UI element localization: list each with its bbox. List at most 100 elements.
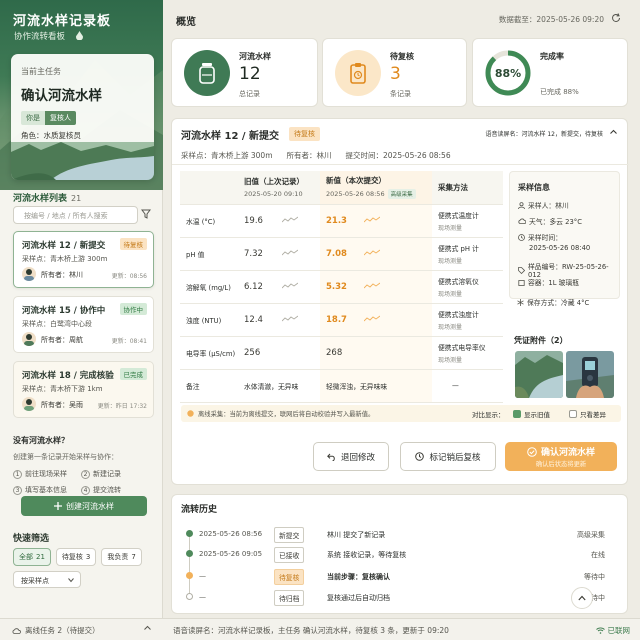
new-value-cell: 268	[320, 336, 432, 370]
empty-state: 没有河流水样？ 创建第一条记录开始采样与协作： 1 前往现场采样 2 新建记录 3填…	[13, 435, 155, 495]
param-name: 电导率 (μS/cm)	[180, 336, 238, 370]
river-scene-image	[11, 142, 154, 180]
record-list-count: 21	[71, 194, 82, 203]
record-updated: 更新：昨日 17:32	[97, 403, 147, 410]
quick-filter-title: 快速筛选	[13, 534, 50, 544]
role-chip-reviewer: 复核人	[45, 111, 76, 125]
info-row: 保存方式：冷藏 4°C	[517, 297, 589, 307]
filter-icon[interactable]	[141, 209, 151, 219]
clock-icon	[518, 233, 525, 241]
record-list-title: 河流水样列表	[13, 194, 68, 204]
current-task-role: 角色：水质复核员	[21, 131, 81, 140]
attachment-photo-meter[interactable]	[566, 351, 614, 398]
show-old-checkbox[interactable]: 显示旧值	[513, 409, 550, 419]
history-row: 2025-05-26 09:05 已接收 系统 接收记录，等待复核 在线	[172, 546, 629, 563]
mark-later-review-button[interactable]: 标记销后复核	[400, 442, 496, 471]
refresh-icon[interactable]	[611, 13, 621, 23]
param-name: pH 值	[180, 237, 238, 271]
method-note: —	[432, 369, 503, 403]
site-select-value: 按采样点	[21, 577, 49, 585]
detail-submit-time: 提交时间：2025-05-26 08:56	[345, 151, 451, 160]
history-row: 2025-05-26 08:56 新提交 林川 提交了新记录 高级采集	[172, 526, 629, 543]
attachment-photo-river[interactable]	[515, 351, 563, 398]
chevron-down-icon	[68, 577, 74, 583]
undo-icon	[327, 453, 336, 461]
status-badge: 协作中	[119, 303, 147, 315]
filter-pill-pending[interactable]: 待复核 3	[55, 548, 97, 566]
sparkline-icon	[282, 249, 298, 256]
chevron-up-icon[interactable]	[144, 625, 151, 631]
current-task-title: 确认河流水样	[21, 88, 102, 104]
detail-owner: 所有者：林川	[286, 151, 332, 160]
site-select[interactable]: 按采样点	[13, 571, 81, 588]
filter-pill-mine[interactable]: 我负责 7	[101, 548, 142, 566]
return-edit-button[interactable]: 退回修改	[313, 442, 389, 471]
sparkline-icon	[364, 282, 380, 289]
filter-pill-all[interactable]: 全部 21	[13, 548, 51, 566]
divider	[172, 164, 629, 165]
chevron-up-icon[interactable]	[610, 129, 617, 135]
record-card[interactable]: 河流水样 12 / 新提交 待复核 采样点：青木桥上游 300m 所有者：林川 …	[13, 231, 154, 288]
status-badge: 待复核	[289, 127, 320, 141]
record-detail-panel: 河流水样 12 / 新提交 待复核 语音读屏名：河流水样 12，新提交，待复核 …	[171, 118, 629, 485]
snow-icon	[517, 298, 524, 306]
stat-value: 12	[239, 64, 261, 84]
advanced-chip: 高级采集	[387, 189, 416, 200]
method-cell: 便携式温度计 现场测量	[432, 204, 503, 238]
record-search-input[interactable]: 按编号 / 地点 / 所有人搜索	[13, 206, 138, 224]
onboarding-steps: 1 前往现场采样 2 新建记录 3 填写基本信息 4 提交流转	[13, 469, 155, 495]
col-method: 采集方法	[432, 171, 503, 205]
checkbox-checked	[513, 410, 521, 418]
diff-only-checkbox[interactable]: 只看差异	[569, 409, 606, 419]
record-card[interactable]: 河流水样 18 / 完成核验 已完成 采样点：青木桥下游 1km 所有者：吴雨 …	[13, 361, 154, 418]
offline-tasks[interactable]: 离线任务 2（待提交）	[12, 625, 100, 636]
col-old: 旧值（上次记录） 2025-05-20 09:10	[238, 171, 320, 205]
jar-icon	[184, 50, 230, 96]
new-value-cell: 18.7	[320, 303, 432, 337]
cloud-upload-icon	[12, 627, 21, 634]
user-icon	[518, 201, 525, 209]
col-new: 新值（本次提交） 2025-05-26 08:56 高级采集	[320, 171, 432, 205]
param-name: 备注	[180, 369, 238, 403]
record-title: 河流水样 12 / 新提交	[22, 241, 106, 251]
app-title: 河流水样记录板	[13, 14, 112, 29]
detail-title: 河流水样 12 / 新提交	[181, 131, 280, 142]
create-record-button[interactable]: 创建河流水样	[21, 496, 147, 516]
tag-icon	[518, 266, 525, 274]
new-note: 轻微浑浊，无异味味	[320, 369, 432, 403]
stat-value: 3	[390, 64, 401, 84]
method-cell: 便携式溶氧仪 现场测量	[432, 270, 503, 304]
sidebar: 河流水样记录板 协作流转看板 当前主任务 确认河流水样 你是 复核人 角色：水质…	[0, 0, 163, 640]
timeline-line	[189, 533, 190, 597]
new-value-cell: 21.3	[320, 204, 432, 238]
record-location: 采样点：白鹭湾中心段	[22, 320, 92, 328]
role-chips: 你是 复核人	[21, 111, 76, 125]
record-owner: 所有者：吴雨	[41, 401, 83, 409]
info-row: 2025-05-26 08:40	[529, 244, 591, 252]
table-row: pH 值 7.32 7.08 便携式 pH 计现场测量	[180, 237, 503, 271]
record-card[interactable]: 河流水样 15 / 协作中 协作中 采样点：白鹭湾中心段 所有者：周航 更新：0…	[13, 296, 154, 353]
record-updated: 更新：08:41	[111, 338, 147, 345]
quick-filter-pills: 全部 21 待复核 3 我负责 7	[13, 548, 142, 566]
record-location: 采样点：青木桥上游 300m	[22, 255, 108, 263]
table-row: 浊度 (NTU) 12.4 18.7 便携式浊度计 现场测量	[180, 303, 503, 337]
offline-notice-bar: 离线采集：当前为离线提交，联网后将自动校验并写入最新值。 对比显示： 显示旧值 …	[181, 405, 621, 422]
confirm-record-button[interactable]: 确认河流水样 确认后状态将更新	[505, 442, 617, 471]
record-list-header: 河流水样列表 21	[13, 191, 81, 204]
info-row: 采样人：林川	[518, 200, 569, 210]
scroll-top-button[interactable]	[571, 587, 593, 609]
check-icon	[527, 446, 537, 457]
avatar	[22, 267, 36, 281]
water-drop-icon	[76, 31, 83, 40]
flow-history-panel: 流转历史 2025-05-26 08:56 新提交 林川 提交了新记录 高级采集…	[171, 494, 628, 614]
screen-reader-summary: 语音读屏名：河流水样记录板，主任务 确认河流水样，待复核 3 条，更新于 09:…	[173, 626, 449, 635]
timeline-dot	[186, 530, 193, 537]
history-row: — 待归档 复核通过后自动归档 等待中	[172, 589, 629, 606]
empty-subtitle: 创建第一条记录开始采样与协作：	[13, 453, 118, 461]
current-task-card[interactable]: 当前主任务 确认河流水样 你是 复核人 角色：水质复核员	[11, 54, 154, 180]
sparkline-icon	[364, 315, 380, 322]
sparkline-icon	[282, 315, 298, 322]
stat-card-pending: 待复核 3 条记录	[322, 38, 467, 107]
page-title: 概览	[176, 17, 196, 28]
sparkline-icon	[282, 282, 298, 289]
